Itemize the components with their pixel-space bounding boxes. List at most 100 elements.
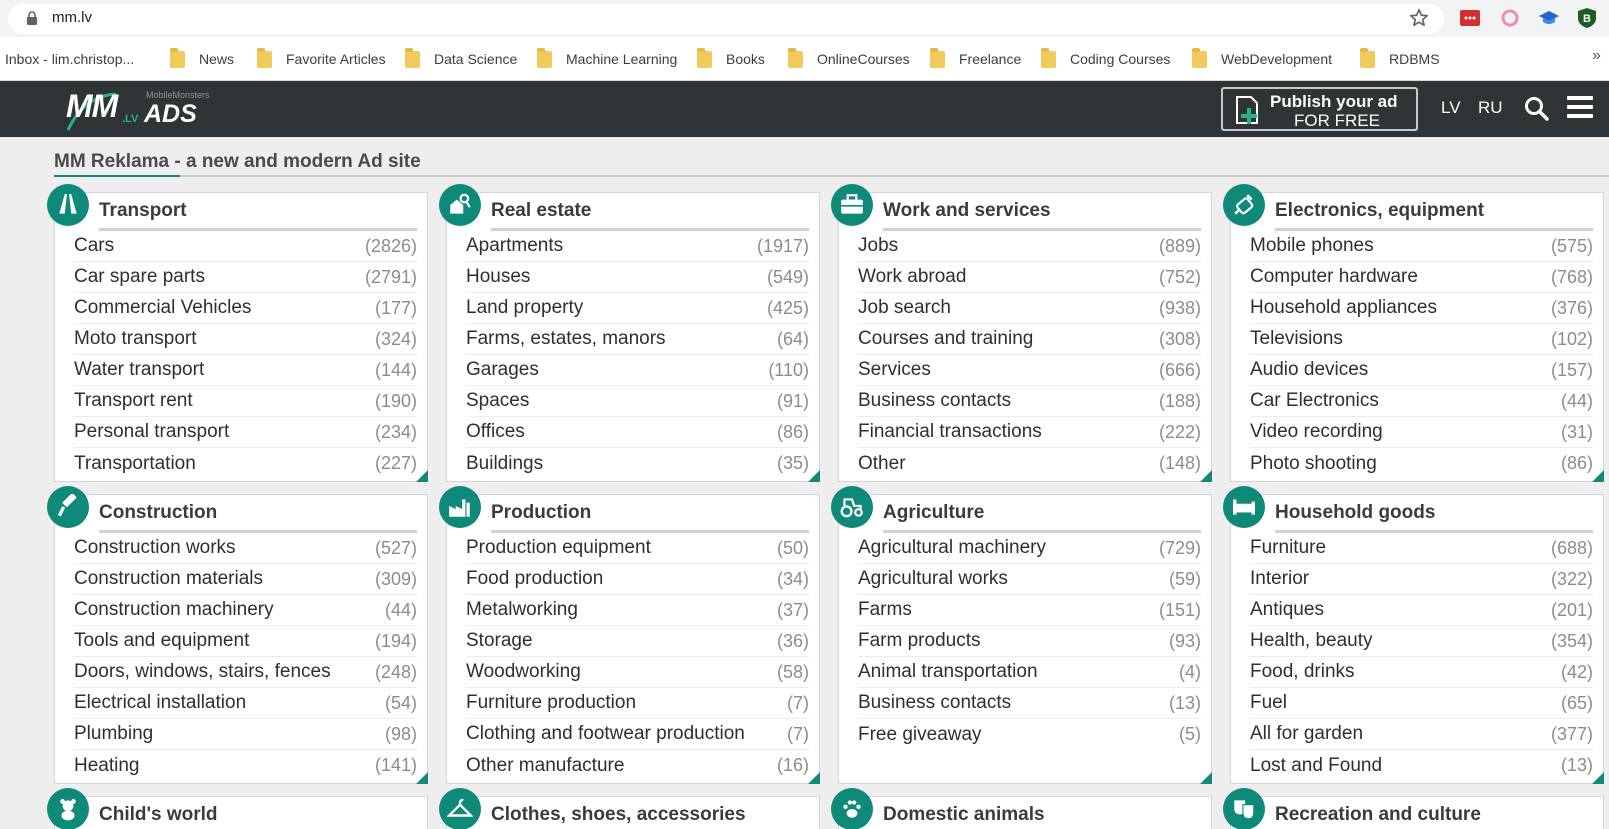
bookmark-item[interactable]: OnlineCourses <box>788 47 910 69</box>
subcategory-link[interactable]: Metalworking (37) <box>466 595 809 626</box>
subcategory-link[interactable]: Other manufacture (16) <box>466 750 809 781</box>
category-title[interactable]: Construction <box>99 502 217 524</box>
hanger-icon[interactable] <box>439 788 481 829</box>
subcategory-link[interactable]: Food, drinks (42) <box>1250 657 1593 688</box>
bookmarks-overflow[interactable]: » <box>1592 47 1601 65</box>
factory-icon[interactable] <box>439 486 481 528</box>
subcategory-link[interactable]: Mobile phones (575) <box>1250 231 1593 262</box>
category-title[interactable]: Household goods <box>1275 502 1435 524</box>
subcategory-link[interactable]: Jobs (889) <box>858 231 1201 262</box>
subcategory-link[interactable]: Antiques (201) <box>1250 595 1593 626</box>
teddy-bear-icon[interactable] <box>47 788 89 829</box>
category-title[interactable]: Transport <box>99 200 187 222</box>
subcategory-link[interactable]: Courses and training (308) <box>858 324 1201 355</box>
subcategory-link[interactable]: Car Electronics (44) <box>1250 386 1593 417</box>
subcategory-link[interactable]: Video recording (31) <box>1250 417 1593 448</box>
subcategory-link[interactable]: Other (148) <box>858 448 1201 479</box>
subcategory-link[interactable]: Electrical installation (54) <box>74 688 417 719</box>
hamburger-menu-icon[interactable] <box>1566 94 1594 120</box>
subcategory-link[interactable]: Financial transactions (222) <box>858 417 1201 448</box>
subcategory-link[interactable]: Fuel (65) <box>1250 688 1593 719</box>
bookmark-item[interactable]: Freelance <box>930 47 1021 69</box>
subcategory-link[interactable]: Televisions (102) <box>1250 324 1593 355</box>
bookmark-item[interactable]: RDBMS <box>1360 47 1440 69</box>
subcategory-link[interactable]: Agricultural works (59) <box>858 564 1201 595</box>
url-text[interactable]: mm.lv <box>52 9 92 26</box>
category-title[interactable]: Domestic animals <box>883 804 1045 826</box>
subcategory-link[interactable]: Woodworking (58) <box>466 657 809 688</box>
theater-masks-icon[interactable] <box>1223 788 1265 829</box>
subcategory-link[interactable]: Free giveaway (5) <box>858 719 1201 750</box>
bookmark-item[interactable]: Data Science <box>405 47 517 69</box>
category-title[interactable]: Child's world <box>99 804 218 826</box>
subcategory-link[interactable]: Interior (322) <box>1250 564 1593 595</box>
subcategory-link[interactable]: Work abroad (752) <box>858 262 1201 293</box>
category-title[interactable]: Work and services <box>883 200 1051 222</box>
subcategory-link[interactable]: Transport rent (190) <box>74 386 417 417</box>
bookmark-item[interactable]: Favorite Articles <box>257 47 386 69</box>
plug-icon[interactable] <box>1223 184 1265 226</box>
subcategory-link[interactable]: Storage (36) <box>466 626 809 657</box>
subcategory-link[interactable]: Apartments (1917) <box>466 231 809 262</box>
subcategory-link[interactable]: Production equipment (50) <box>466 533 809 564</box>
category-title[interactable]: Real estate <box>491 200 591 222</box>
subcategory-link[interactable]: Furniture production (7) <box>466 688 809 719</box>
site-logo[interactable]: MM .LV MobileMonsters ADS <box>66 86 226 132</box>
bookmark-item[interactable]: Inbox - lim.christop... <box>5 49 134 69</box>
bed-icon[interactable] <box>1223 486 1265 528</box>
language-ru-link[interactable]: RU <box>1478 98 1503 118</box>
road-icon[interactable] <box>47 184 89 226</box>
subcategory-link[interactable]: Doors, windows, stairs, fences (248) <box>74 657 417 688</box>
subcategory-link[interactable]: Animal transportation (4) <box>858 657 1201 688</box>
paw-icon[interactable] <box>831 788 873 829</box>
bookmark-item[interactable]: News <box>170 47 234 69</box>
bookmark-item[interactable]: Coding Courses <box>1041 47 1170 69</box>
subcategory-link[interactable]: Offices (86) <box>466 417 809 448</box>
briefcase-icon[interactable] <box>831 184 873 226</box>
subcategory-link[interactable]: Computer hardware (768) <box>1250 262 1593 293</box>
subcategory-link[interactable]: Farms (151) <box>858 595 1201 626</box>
extension-shield-icon[interactable]: B <box>1576 7 1598 29</box>
subcategory-link[interactable]: Lost and Found (13) <box>1250 750 1593 781</box>
subcategory-link[interactable]: Plumbing (98) <box>74 719 417 750</box>
subcategory-link[interactable]: Garages (110) <box>466 355 809 386</box>
subcategory-link[interactable]: Household appliances (376) <box>1250 293 1593 324</box>
category-title[interactable]: Recreation and culture <box>1275 804 1481 826</box>
subcategory-link[interactable]: Job search (938) <box>858 293 1201 324</box>
subcategory-link[interactable]: Houses (549) <box>466 262 809 293</box>
tractor-icon[interactable] <box>831 486 873 528</box>
subcategory-link[interactable]: Health, beauty (354) <box>1250 626 1593 657</box>
address-bar[interactable] <box>8 4 1444 34</box>
subcategory-link[interactable]: Land property (425) <box>466 293 809 324</box>
extension-ring-icon[interactable] <box>1499 7 1521 29</box>
subcategory-link[interactable]: Photo shooting (86) <box>1250 448 1593 479</box>
subcategory-link[interactable]: Business contacts (13) <box>858 688 1201 719</box>
subcategory-link[interactable]: Moto transport (324) <box>74 324 417 355</box>
subcategory-link[interactable]: Commercial Vehicles (177) <box>74 293 417 324</box>
bookmark-item[interactable]: WebDevelopment <box>1192 47 1332 69</box>
extension-cap-icon[interactable] <box>1538 7 1560 29</box>
subcategory-link[interactable]: Farm products (93) <box>858 626 1201 657</box>
subcategory-link[interactable]: Clothing and footwear production (7) <box>466 719 809 750</box>
category-title[interactable]: Clothes, shoes, accessories <box>491 804 746 826</box>
paint-roller-icon[interactable] <box>47 486 89 528</box>
subcategory-link[interactable]: Farms, estates, manors (64) <box>466 324 809 355</box>
subcategory-link[interactable]: Construction works (527) <box>74 533 417 564</box>
house-key-icon[interactable] <box>439 184 481 226</box>
subcategory-link[interactable]: Business contacts (188) <box>858 386 1201 417</box>
subcategory-link[interactable]: Transportation (227) <box>74 448 417 479</box>
category-title[interactable]: Electronics, equipment <box>1275 200 1484 222</box>
subcategory-link[interactable]: Agricultural machinery (729) <box>858 533 1201 564</box>
subcategory-link[interactable]: Construction machinery (44) <box>74 595 417 626</box>
subcategory-link[interactable]: Water transport (144) <box>74 355 417 386</box>
subcategory-link[interactable]: Cars (2826) <box>74 231 417 262</box>
bookmark-star-icon[interactable] <box>1408 7 1430 29</box>
subcategory-link[interactable]: Tools and equipment (194) <box>74 626 417 657</box>
bookmark-item[interactable]: Books <box>697 47 765 69</box>
subcategory-link[interactable]: Spaces (91) <box>466 386 809 417</box>
subcategory-link[interactable]: All for garden (377) <box>1250 719 1593 750</box>
subcategory-link[interactable]: Car spare parts (2791) <box>74 262 417 293</box>
category-title[interactable]: Agriculture <box>883 502 984 524</box>
subcategory-link[interactable]: Audio devices (157) <box>1250 355 1593 386</box>
subcategory-link[interactable]: Heating (141) <box>74 750 417 781</box>
